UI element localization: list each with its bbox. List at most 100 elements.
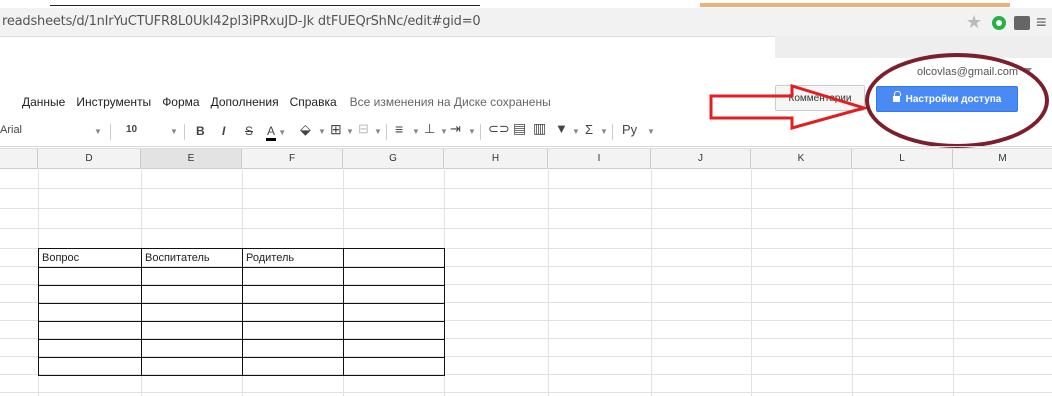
- table-cell[interactable]: [38, 339, 142, 358]
- table-cell[interactable]: [141, 339, 243, 358]
- browser-address-bar[interactable]: readsheets/d/1nIrYuCTUFR8L0UkI42pl3iPRxu…: [0, 8, 1052, 37]
- table-cell[interactable]: [38, 285, 142, 304]
- table-cell[interactable]: [38, 357, 142, 376]
- filter-dropdown-icon[interactable]: ▼: [572, 127, 580, 136]
- column-header-m[interactable]: M: [953, 149, 1052, 168]
- column-header-i[interactable]: I: [548, 149, 651, 168]
- divider: [612, 124, 613, 140]
- strikethrough-button[interactable]: S: [245, 124, 253, 138]
- font-select[interactable]: Arial: [0, 124, 22, 136]
- table-cell[interactable]: [242, 303, 344, 322]
- browser-menu-icon[interactable]: ≡: [1036, 12, 1047, 33]
- bookmark-star-icon[interactable]: ★: [966, 12, 982, 33]
- size-dropdown-icon[interactable]: ▼: [170, 127, 178, 136]
- table-cell[interactable]: [38, 303, 142, 322]
- link-icon[interactable]: ⊂⊃: [488, 121, 510, 137]
- cell-parent[interactable]: Родитель: [242, 248, 344, 268]
- borders-dropdown-icon[interactable]: ▼: [346, 127, 354, 136]
- wrap-text-icon[interactable]: ⇥: [450, 121, 461, 137]
- table-cell[interactable]: [242, 267, 344, 286]
- menu-tools[interactable]: Инструменты: [76, 95, 151, 111]
- bookmarks-strip: [775, 36, 1052, 58]
- italic-button[interactable]: I: [222, 124, 225, 138]
- valign-dropdown-icon[interactable]: ▼: [440, 127, 448, 136]
- table-cell[interactable]: [38, 321, 142, 340]
- chart-icon[interactable]: ▥: [533, 120, 546, 137]
- comment-icon[interactable]: ▤: [513, 120, 526, 137]
- menu-form[interactable]: Форма: [162, 95, 199, 111]
- grid-row-line: [0, 228, 1052, 229]
- table-cell[interactable]: [141, 357, 243, 376]
- table-cell[interactable]: [242, 321, 344, 340]
- column-header-f[interactable]: F: [242, 149, 343, 168]
- functions-dropdown-icon[interactable]: ▼: [600, 127, 608, 136]
- table-cell[interactable]: [242, 285, 344, 304]
- table-cell[interactable]: [343, 285, 445, 304]
- table-cell[interactable]: [343, 303, 445, 322]
- menu-addons[interactable]: Дополнения: [211, 95, 279, 111]
- align-icon[interactable]: ≡: [395, 121, 403, 137]
- input-tools-dropdown-icon[interactable]: ▼: [647, 127, 655, 136]
- table-cell[interactable]: [141, 267, 243, 286]
- share-button[interactable]: Настройки доступа: [876, 86, 1018, 112]
- cell-empty[interactable]: [343, 248, 445, 268]
- column-header-k[interactable]: K: [751, 149, 852, 168]
- filter-icon[interactable]: ▼: [555, 121, 568, 136]
- wrap-dropdown-icon[interactable]: ▼: [468, 127, 476, 136]
- table-cell[interactable]: [242, 357, 344, 376]
- account-email[interactable]: olcovlas@gmail.com: [917, 66, 1018, 78]
- column-header-e[interactable]: E: [141, 149, 242, 168]
- table-cell[interactable]: [343, 339, 445, 358]
- column-header-bar: D E F G H I J K L M: [0, 148, 1052, 169]
- merge-dropdown-icon[interactable]: ▼: [374, 127, 382, 136]
- text-color-button[interactable]: A ▼: [266, 124, 286, 141]
- menu-bar: Данные Инструменты Форма Дополнения Спра…: [22, 95, 562, 111]
- align-dropdown-icon[interactable]: ▼: [412, 127, 420, 136]
- table-row: [38, 285, 445, 304]
- grid-column-line: [651, 168, 652, 396]
- table-row: [38, 267, 445, 286]
- bold-button[interactable]: B: [196, 124, 205, 138]
- account-dropdown-icon[interactable]: [1024, 68, 1032, 73]
- table-row: [38, 339, 445, 358]
- column-header-d[interactable]: D: [38, 149, 141, 168]
- font-dropdown-icon[interactable]: ▼: [94, 127, 102, 136]
- divider: [184, 124, 185, 140]
- functions-button[interactable]: Σ: [585, 122, 593, 137]
- extension-icon[interactable]: [992, 16, 1006, 30]
- extension-icon-2[interactable]: [1014, 16, 1030, 30]
- font-size-select[interactable]: 10: [126, 124, 137, 135]
- vertical-align-icon[interactable]: ⊥: [424, 121, 435, 137]
- corner-cell[interactable]: [0, 149, 38, 168]
- table-cell[interactable]: [141, 321, 243, 340]
- table-cell[interactable]: [343, 357, 445, 376]
- table-cell[interactable]: [242, 339, 344, 358]
- table-cell[interactable]: [343, 321, 445, 340]
- table-cell[interactable]: [141, 303, 243, 322]
- divider: [386, 124, 387, 140]
- table-cell[interactable]: [38, 267, 142, 286]
- column-header-j[interactable]: J: [651, 149, 751, 168]
- merge-cells-icon[interactable]: ⊟: [358, 121, 369, 137]
- menu-data[interactable]: Данные: [22, 95, 65, 111]
- column-header-l[interactable]: L: [852, 149, 953, 168]
- cell-question[interactable]: Вопрос: [38, 248, 142, 268]
- toolbar: Arial ▼ 10 ▼ B I S A ▼ ⬙ ▼ ⊞ ▼ ⊟ ▼ ≡ ▼ ⊥…: [0, 118, 1052, 147]
- url-text[interactable]: readsheets/d/1nIrYuCTUFR8L0UkI42pl3iPRxu…: [2, 14, 481, 29]
- save-status[interactable]: Все изменения на Диске сохранены: [350, 95, 551, 111]
- table-cell[interactable]: [343, 267, 445, 286]
- grid-row-line: [0, 392, 1052, 393]
- document-caption-fragment: [0, 0, 1052, 8]
- fill-dropdown-icon[interactable]: ▼: [318, 127, 326, 136]
- menu-help[interactable]: Справка: [290, 95, 337, 111]
- borders-icon[interactable]: ⊞: [330, 121, 342, 138]
- cell-educator[interactable]: Воспитатель: [141, 248, 243, 268]
- table-row: [38, 321, 445, 340]
- divider: [110, 124, 111, 140]
- grid-column-line: [953, 168, 954, 396]
- input-tools-button[interactable]: Ру: [622, 122, 637, 137]
- table-cell[interactable]: [141, 285, 243, 304]
- column-header-h[interactable]: H: [444, 149, 548, 168]
- fill-color-icon[interactable]: ⬙: [300, 121, 311, 138]
- column-header-g[interactable]: G: [343, 149, 444, 168]
